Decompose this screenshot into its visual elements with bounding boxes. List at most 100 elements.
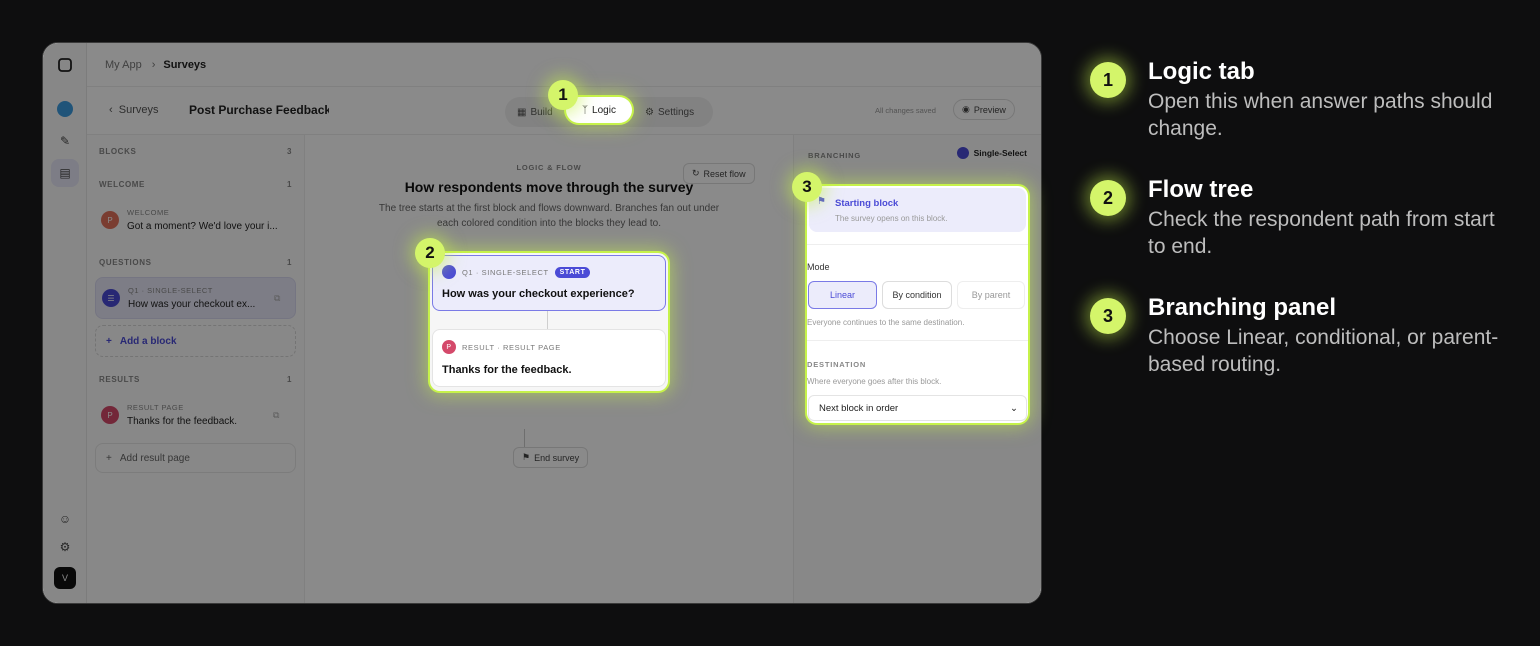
gear-icon[interactable]: ⚙ [55,537,75,557]
tab-settings[interactable]: ⚙ Settings [645,101,694,123]
tab-build-label: Build [530,106,553,118]
list-icon [442,265,456,279]
users-icon[interactable]: ☺ [55,509,75,529]
result-block-text: RESULT PAGE Thanks for the feedback. [127,401,273,429]
result-node-header: P RESULT · RESULT PAGE [442,340,561,354]
result-node-text: Thanks for the feedback. [442,364,572,376]
welcome-header: WELCOME 1 [99,180,292,189]
legend-number-3: 3 [1090,298,1126,334]
welcome-block-text: WELCOME Got a moment? We'd love your i... [127,206,278,234]
questions-count: 1 [286,258,292,267]
preview-button[interactable]: ◉ Preview [953,99,1015,120]
results-label: RESULTS [99,375,140,384]
legend-number-1: 1 [1090,62,1126,98]
chevron-right-icon: › [151,58,156,71]
welcome-label: WELCOME [99,180,145,189]
branching-label: BRANCHING [808,151,862,160]
preview-label: Preview [973,104,1006,115]
starting-block-title: Starting block [835,198,899,209]
flow-tree: Q1 · SINGLE-SELECT START How was your ch… [430,253,668,391]
question-block-text: Q1 · SINGLE-SELECT How was your checkout … [128,284,274,312]
blocks-label: BLOCKS [99,147,137,156]
add-block-label: Add a block [119,335,177,347]
refresh-icon: ↻ [692,168,700,178]
question-node-text: How was your checkout experience? [442,288,635,300]
plus-icon: + [106,452,112,464]
destination-select[interactable]: Next block in order ⌄ [808,395,1027,421]
legend-title-3: Branching panel [1148,294,1337,321]
mode-hint: Everyone continues to the same destinati… [807,318,965,327]
gear-icon: ⚙ [645,106,654,118]
back-button[interactable]: ‹ Surveys [109,104,159,116]
result-avatar: P [442,340,456,354]
question-node-tag: Q1 · SINGLE-SELECT [462,267,549,277]
results-header: RESULTS 1 [99,375,292,384]
tab-logic-label: Logic [592,104,616,116]
connector-line [524,429,525,447]
blocks-header: BLOCKS 3 [99,147,292,156]
legend-number-2: 2 [1090,180,1126,216]
welcome-text: Got a moment? We'd love your i... [127,221,278,232]
question-node[interactable]: Q1 · SINGLE-SELECT START How was your ch… [432,255,666,311]
workspace-icon[interactable] [55,99,75,119]
end-survey-node[interactable]: ⚑ End survey [513,447,589,468]
reset-flow-label: Reset flow [703,168,746,179]
copy-icon[interactable]: ⧉ [274,293,280,304]
result-text: Thanks for the feedback. [127,416,238,427]
add-result-label: Add result page [119,452,190,464]
mode-condition-button[interactable]: By condition [882,281,952,309]
copy-icon[interactable]: ⧉ [273,410,279,421]
block-type-badge: Single-Select [956,147,1027,159]
app-logo-icon[interactable] [55,55,75,75]
divider [807,244,1028,245]
tab-settings-label: Settings [657,106,695,118]
list-icon [956,147,969,159]
breadcrumb-page[interactable]: Surveys [163,59,206,71]
question-block-item[interactable]: ☰ Q1 · SINGLE-SELECT How was your checkou… [95,277,296,319]
destination-hint: Where everyone goes after this block. [807,377,942,386]
result-tag: RESULT PAGE [127,403,184,412]
result-node[interactable]: P RESULT · RESULT PAGE Thanks for the fe… [432,329,666,387]
legend-text-3: Choose Linear, conditional, or parent-ba… [1148,326,1499,376]
flag-icon: ⚑ [817,196,826,207]
result-avatar: P [101,406,119,424]
welcome-block-item[interactable]: P WELCOME Got a moment? We'd love your i.… [95,199,296,241]
list-icon: ☰ [102,289,120,307]
add-result-button[interactable]: + Add result page [95,443,296,473]
question-text: How was your checkout ex... [128,299,256,310]
surveys-icon[interactable]: ▤ [51,159,79,187]
blocks-count: 3 [286,147,292,156]
question-node-header: Q1 · SINGLE-SELECT START [442,265,591,279]
back-label: Surveys [118,104,159,116]
branch-icon: ᛉ [582,104,589,116]
block-type-label: Single-Select [973,148,1027,158]
result-node-tag: RESULT · RESULT PAGE [462,342,561,352]
legend-text-1: Open this when answer paths should chang… [1148,90,1493,140]
survey-title[interactable]: Post Purchase Feedback S [189,103,329,117]
questions-header: QUESTIONS 1 [99,258,292,267]
branching-controls: ⚑ Starting block The survey opens on thi… [807,186,1028,423]
start-badge: START [554,266,591,278]
breadcrumb-app[interactable]: My App [105,59,142,71]
user-avatar[interactable]: V [54,567,76,589]
mode-parent-button[interactable]: By parent [957,281,1025,309]
welcome-tag: WELCOME [127,208,170,217]
divider [807,340,1028,341]
legend-title-2: Flow tree [1148,176,1254,203]
save-status: All changes saved [875,106,936,115]
destination-label: DESTINATION [807,360,867,369]
mode-linear-button[interactable]: Linear [808,281,877,309]
question-tag: Q1 · SINGLE-SELECT [128,286,213,295]
connector-line [547,311,548,329]
starting-block-sub: The survey opens on this block. [835,214,948,223]
megaphone-icon[interactable]: ✎ [55,131,75,151]
result-block-item[interactable]: P RESULT PAGE Thanks for the feedback. ⧉ [95,394,296,436]
canvas-title: How respondents move through the survey [404,179,694,195]
tab-build[interactable]: ▦ Build [517,101,553,123]
results-count: 1 [286,375,292,384]
add-block-button[interactable]: + Add a block [95,325,296,357]
eye-icon: ◉ [962,104,970,114]
blocks-panel: BLOCKS 3 WELCOME 1 P WELCOME Got a moment? … [87,135,305,603]
flag-icon: ⚑ [522,452,531,462]
grid-icon: ▦ [517,106,527,118]
